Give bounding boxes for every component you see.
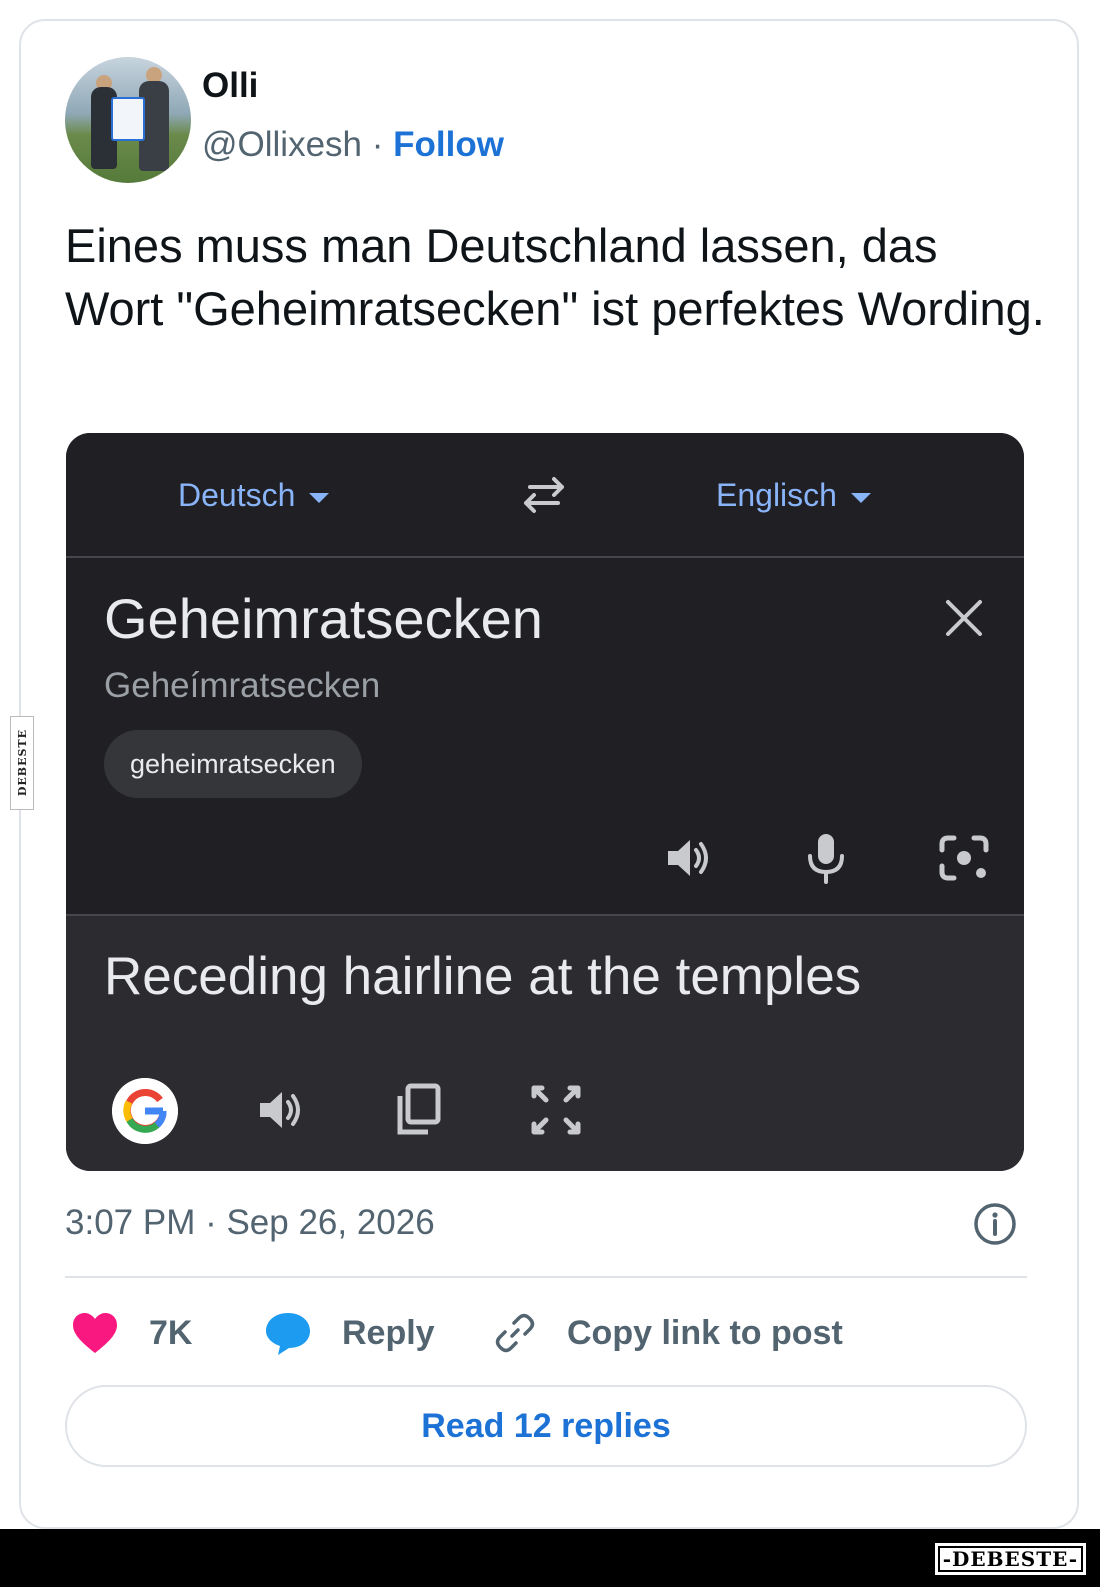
fullscreen-icon (531, 1085, 581, 1135)
target-language-selector: Englisch (716, 477, 871, 514)
side-watermark: DEBESTE (10, 716, 34, 810)
read-replies-button[interactable]: Read 12 replies (65, 1385, 1027, 1467)
avatar[interactable] (65, 57, 191, 183)
speaker-icon (260, 1092, 300, 1128)
microphone-icon (808, 834, 844, 884)
reply-button[interactable]: Reply (264, 1309, 435, 1357)
google-logo (112, 1078, 178, 1144)
copy-link-label: Copy link to post (567, 1313, 843, 1352)
translation-text: Receding hairline at the temples (104, 947, 862, 1006)
like-count: 7K (149, 1313, 193, 1352)
source-language-selector: Deutsch (178, 477, 330, 514)
camera-lens-icon (939, 835, 989, 881)
follow-button[interactable]: Follow (393, 125, 504, 164)
copy-icon (397, 1083, 441, 1135)
tweet-timestamp[interactable]: 3:07 PM · Sep 26, 2026 (65, 1203, 435, 1243)
author-name[interactable]: Olli (202, 66, 258, 106)
tweet-text: Eines muss man Deutschland lassen, das W… (65, 219, 1045, 335)
target-language-label: Englisch (716, 477, 837, 513)
reply-bubble-icon (266, 1313, 310, 1355)
suggestion-chip: geheimratsecken (104, 730, 362, 798)
translate-screenshot: Deutsch Englisch Geheimratsecken Geheímr… (66, 433, 1024, 1171)
source-text: Geheimratsecken (104, 587, 543, 650)
side-watermark-text: DEBESTE (15, 729, 29, 797)
separator-dot: · (362, 125, 394, 164)
tweet-card: Olli @Ollixesh · Follow Eines muss man D… (19, 19, 1079, 1529)
source-panel: Geheimratsecken Geheímratsecken geheimra… (66, 558, 1024, 916)
chevron-down-icon (309, 492, 330, 503)
language-bar: Deutsch Englisch (66, 433, 1024, 558)
divider (65, 1276, 1027, 1278)
author-handle[interactable]: @Ollixesh (202, 125, 362, 164)
footer-watermark: -DEBESTE- (934, 1543, 1086, 1575)
author-handle-row: @Ollixesh · Follow (202, 125, 504, 165)
translation-panel: Receding hairline at the temples (66, 916, 1024, 1171)
swap-languages-icon (524, 477, 564, 513)
footer-bar: -DEBESTE- (0, 1529, 1100, 1587)
info-icon[interactable] (972, 1201, 1018, 1247)
reply-label: Reply (342, 1313, 435, 1352)
source-language-label: Deutsch (178, 477, 296, 513)
close-icon (946, 600, 982, 636)
speaker-icon (668, 840, 708, 876)
source-transliteration: Geheímratsecken (104, 666, 381, 705)
copy-link-button[interactable]: Copy link to post (493, 1309, 843, 1357)
link-icon (495, 1313, 535, 1353)
chevron-down-icon (850, 492, 871, 503)
like-button[interactable]: 7K (71, 1309, 192, 1357)
heart-icon (73, 1313, 117, 1353)
